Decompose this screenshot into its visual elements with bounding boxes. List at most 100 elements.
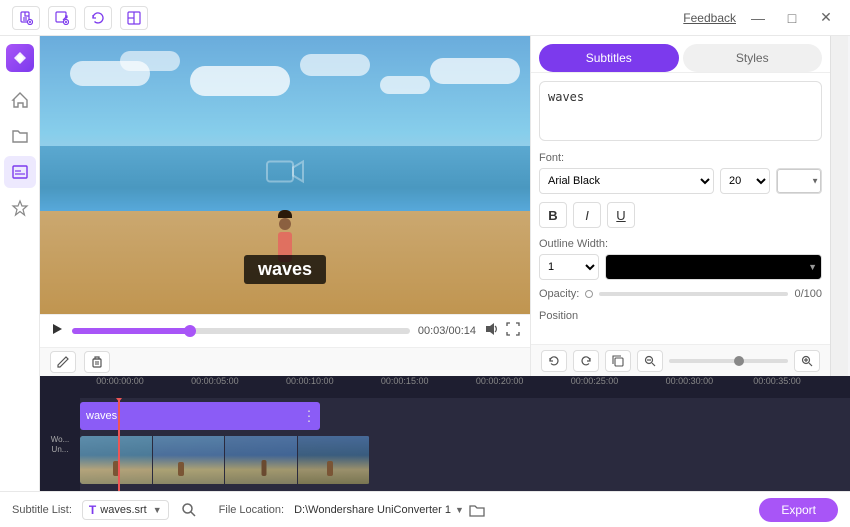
title-bar-tools [12, 6, 148, 30]
video-container: waves [40, 36, 530, 314]
import-button[interactable] [48, 6, 76, 30]
subtitle-clip-handle[interactable]: ⋮ [302, 408, 316, 425]
subtitle-list-label: Subtitle List: [12, 504, 72, 516]
sidebar-item-folder[interactable] [4, 120, 36, 152]
track-label-text-2: Un... [52, 445, 69, 455]
subtitle-text-input[interactable]: waves [539, 81, 822, 141]
play-button[interactable] [50, 322, 64, 339]
zoom-in-button[interactable] [794, 350, 820, 372]
outline-color-button[interactable]: ▼ [605, 254, 822, 280]
video-thumb-1 [80, 436, 153, 484]
outline-row: 1 2 3 ▼ [539, 254, 822, 280]
time-mark-2: 00:00:10:00 [286, 376, 334, 386]
timeline-ruler: 00:00:00:00 00:00:05:00 00:00:10:00 00:0… [40, 376, 850, 398]
time-mark-3: 00:00:15:00 [381, 376, 429, 386]
track-label-text: Wo... [51, 435, 70, 445]
zoom-out-button[interactable] [637, 350, 663, 372]
redo-button[interactable] [573, 350, 599, 372]
time-display: 00:03/00:14 [418, 325, 476, 337]
track-label: Wo... Un... [40, 398, 80, 491]
copy-button[interactable] [605, 350, 631, 372]
fullscreen-button[interactable] [506, 322, 520, 339]
bold-button[interactable]: B [539, 202, 567, 228]
progress-bar[interactable] [72, 328, 410, 334]
opacity-slider[interactable] [599, 292, 788, 296]
layout-button[interactable] [120, 6, 148, 30]
progress-thumb[interactable] [184, 325, 196, 337]
sky-clouds [40, 46, 530, 146]
video-track [80, 436, 370, 484]
video-thumb-4 [298, 436, 371, 484]
cloud-5 [380, 76, 430, 94]
panel-tabs: Subtitles Styles [531, 36, 830, 73]
video-thumb-2 [153, 436, 226, 484]
main-layout: waves 00:03/00:14 [0, 36, 850, 491]
far-right-panel [830, 36, 848, 376]
text-style-row: B I U [539, 202, 822, 228]
time-mark-5: 00:00:25:00 [571, 376, 619, 386]
bottom-bar: Subtitle List: T waves.srt ▼ File Locati… [0, 491, 850, 527]
close-button[interactable]: ✕ [814, 8, 838, 28]
timeline-area: 00:00:00:00 00:00:05:00 00:00:10:00 00:0… [40, 376, 850, 491]
file-location-label: File Location: [219, 504, 284, 516]
content-area: waves 00:03/00:14 [40, 36, 850, 491]
subtitle-file-icon: T [89, 503, 96, 517]
file-path-arrow: ▼ [455, 505, 464, 515]
subtitle-delete-button[interactable] [84, 351, 110, 373]
subtitle-overlay: waves [244, 255, 326, 284]
video-section: waves 00:03/00:14 [40, 36, 530, 376]
cloud-3 [190, 66, 290, 96]
underline-button[interactable]: U [607, 202, 635, 228]
playhead[interactable] [118, 398, 120, 491]
volume-button[interactable] [484, 322, 498, 339]
maximize-button[interactable]: □ [780, 8, 804, 28]
opacity-label: Opacity: [539, 288, 579, 300]
minimize-button[interactable]: — [746, 8, 770, 28]
feedback-link[interactable]: Feedback [683, 11, 736, 25]
tab-subtitles[interactable]: Subtitles [539, 44, 679, 72]
transform-toolbar [531, 344, 830, 376]
time-mark-1: 00:00:05:00 [191, 376, 239, 386]
export-button[interactable]: Export [759, 498, 838, 522]
cloud-6 [430, 58, 520, 84]
timeline-body: Wo... Un... waves ⋮ [40, 398, 850, 491]
subtitle-edit-button[interactable] [50, 351, 76, 373]
zoom-slider[interactable] [669, 359, 788, 363]
italic-button[interactable]: I [573, 202, 601, 228]
subtitle-file-name: waves.srt [100, 504, 146, 516]
sidebar-item-effects[interactable] [4, 192, 36, 224]
video-camera-overlay [265, 156, 305, 195]
title-bar: Feedback — □ ✕ [0, 0, 850, 36]
cloud-2 [120, 51, 180, 71]
outline-width-select[interactable]: 1 2 3 [539, 254, 599, 280]
new-file-button[interactable] [12, 6, 40, 30]
video-panel-row: waves 00:03/00:14 [40, 36, 850, 376]
zoom-thumb[interactable] [734, 356, 744, 366]
font-size-select[interactable]: 20 14 16 24 [720, 168, 770, 194]
refresh-button[interactable] [84, 6, 112, 30]
opacity-circle [585, 290, 593, 298]
subtitle-toolbar [40, 347, 530, 376]
subtitle-file-select[interactable]: T waves.srt ▼ [82, 500, 169, 520]
sidebar-item-home[interactable] [4, 84, 36, 116]
sidebar [0, 36, 40, 491]
subtitle-clip-label: waves [86, 410, 117, 422]
person [276, 210, 294, 260]
font-color-button[interactable]: ▼ [776, 168, 822, 194]
font-row: Arial Black Arial Times New Roman 20 14 … [539, 168, 822, 194]
tab-styles[interactable]: Styles [683, 44, 823, 72]
subtitle-track-clip[interactable]: waves ⋮ [80, 402, 320, 430]
title-bar-right: Feedback — □ ✕ [683, 8, 838, 28]
file-path-text: D:\Wondershare UniConverter 1 [294, 504, 451, 516]
file-folder-button[interactable] [468, 501, 486, 519]
video-thumb-3 [225, 436, 298, 484]
font-label: Font: [539, 152, 822, 164]
sidebar-item-subtitles[interactable] [4, 156, 36, 188]
timeline-tracks: waves ⋮ [80, 398, 850, 491]
time-mark-0: 00:00:00:00 [96, 376, 144, 386]
time-mark-7: 00:00:35:00 [753, 376, 801, 386]
font-family-select[interactable]: Arial Black Arial Times New Roman [539, 168, 714, 194]
subtitle-search-button[interactable] [179, 500, 199, 520]
time-mark-6: 00:00:30:00 [666, 376, 714, 386]
undo-button[interactable] [541, 350, 567, 372]
